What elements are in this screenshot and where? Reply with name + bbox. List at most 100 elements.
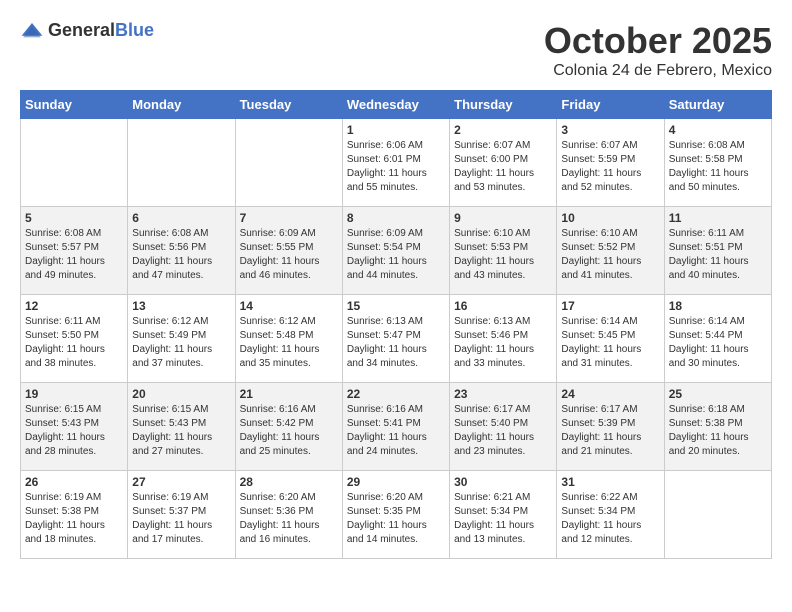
daylight-text: Daylight: 11 hours and 38 minutes. <box>25 344 105 369</box>
sunset-text: Sunset: 5:36 PM <box>240 506 314 517</box>
calendar-cell: 23 Sunrise: 6:17 AM Sunset: 5:40 PM Dayl… <box>450 383 557 471</box>
sunrise-text: Sunrise: 6:13 AM <box>347 316 423 327</box>
day-info: Sunrise: 6:17 AM Sunset: 5:39 PM Dayligh… <box>561 403 659 459</box>
calendar-cell: 11 Sunrise: 6:11 AM Sunset: 5:51 PM Dayl… <box>664 207 771 295</box>
day-info: Sunrise: 6:18 AM Sunset: 5:38 PM Dayligh… <box>669 403 767 459</box>
weekday-header-tuesday: Tuesday <box>235 91 342 119</box>
calendar-cell: 4 Sunrise: 6:08 AM Sunset: 5:58 PM Dayli… <box>664 119 771 207</box>
weekday-header-thursday: Thursday <box>450 91 557 119</box>
day-info: Sunrise: 6:13 AM Sunset: 5:47 PM Dayligh… <box>347 315 445 371</box>
daylight-text: Daylight: 11 hours and 37 minutes. <box>132 344 212 369</box>
sunrise-text: Sunrise: 6:19 AM <box>25 492 101 503</box>
calendar-cell <box>21 119 128 207</box>
sunrise-text: Sunrise: 6:20 AM <box>240 492 316 503</box>
sunrise-text: Sunrise: 6:08 AM <box>25 228 101 239</box>
sunrise-text: Sunrise: 6:14 AM <box>561 316 637 327</box>
daylight-text: Daylight: 11 hours and 44 minutes. <box>347 256 427 281</box>
day-info: Sunrise: 6:10 AM Sunset: 5:53 PM Dayligh… <box>454 227 552 283</box>
logo-icon <box>20 21 44 41</box>
daylight-text: Daylight: 11 hours and 53 minutes. <box>454 168 534 193</box>
daylight-text: Daylight: 11 hours and 40 minutes. <box>669 256 749 281</box>
sunset-text: Sunset: 5:59 PM <box>561 154 635 165</box>
sunset-text: Sunset: 5:47 PM <box>347 330 421 341</box>
sunset-text: Sunset: 5:34 PM <box>454 506 528 517</box>
calendar-cell: 6 Sunrise: 6:08 AM Sunset: 5:56 PM Dayli… <box>128 207 235 295</box>
sunset-text: Sunset: 5:46 PM <box>454 330 528 341</box>
day-number: 5 <box>25 211 123 225</box>
sunset-text: Sunset: 5:48 PM <box>240 330 314 341</box>
sunrise-text: Sunrise: 6:11 AM <box>25 316 100 327</box>
daylight-text: Daylight: 11 hours and 46 minutes. <box>240 256 320 281</box>
day-info: Sunrise: 6:11 AM Sunset: 5:50 PM Dayligh… <box>25 315 123 371</box>
sunset-text: Sunset: 5:43 PM <box>132 418 206 429</box>
sunset-text: Sunset: 5:45 PM <box>561 330 635 341</box>
sunrise-text: Sunrise: 6:16 AM <box>240 404 316 415</box>
sunset-text: Sunset: 5:42 PM <box>240 418 314 429</box>
daylight-text: Daylight: 11 hours and 17 minutes. <box>132 520 212 545</box>
sunrise-text: Sunrise: 6:20 AM <box>347 492 423 503</box>
daylight-text: Daylight: 11 hours and 27 minutes. <box>132 432 212 457</box>
sunrise-text: Sunrise: 6:17 AM <box>561 404 637 415</box>
sunrise-text: Sunrise: 6:12 AM <box>132 316 208 327</box>
day-number: 8 <box>347 211 445 225</box>
sunrise-text: Sunrise: 6:06 AM <box>347 140 423 151</box>
sunrise-text: Sunrise: 6:07 AM <box>454 140 530 151</box>
day-number: 4 <box>669 123 767 137</box>
sunset-text: Sunset: 5:55 PM <box>240 242 314 253</box>
calendar-cell <box>235 119 342 207</box>
day-info: Sunrise: 6:08 AM Sunset: 5:57 PM Dayligh… <box>25 227 123 283</box>
sunset-text: Sunset: 5:54 PM <box>347 242 421 253</box>
daylight-text: Daylight: 11 hours and 20 minutes. <box>669 432 749 457</box>
calendar-cell: 26 Sunrise: 6:19 AM Sunset: 5:38 PM Dayl… <box>21 471 128 559</box>
calendar-cell: 5 Sunrise: 6:08 AM Sunset: 5:57 PM Dayli… <box>21 207 128 295</box>
calendar-cell: 14 Sunrise: 6:12 AM Sunset: 5:48 PM Dayl… <box>235 295 342 383</box>
month-title: October 2025 <box>544 20 772 62</box>
calendar-cell: 24 Sunrise: 6:17 AM Sunset: 5:39 PM Dayl… <box>557 383 664 471</box>
day-info: Sunrise: 6:14 AM Sunset: 5:44 PM Dayligh… <box>669 315 767 371</box>
day-number: 3 <box>561 123 659 137</box>
sunrise-text: Sunrise: 6:16 AM <box>347 404 423 415</box>
daylight-text: Daylight: 11 hours and 30 minutes. <box>669 344 749 369</box>
page-header: GeneralBlue October 2025 Colonia 24 de F… <box>20 20 772 80</box>
calendar-cell: 31 Sunrise: 6:22 AM Sunset: 5:34 PM Dayl… <box>557 471 664 559</box>
sunset-text: Sunset: 5:40 PM <box>454 418 528 429</box>
sunrise-text: Sunrise: 6:13 AM <box>454 316 530 327</box>
sunrise-text: Sunrise: 6:15 AM <box>132 404 208 415</box>
weekday-header-wednesday: Wednesday <box>342 91 449 119</box>
sunrise-text: Sunrise: 6:09 AM <box>347 228 423 239</box>
sunset-text: Sunset: 5:35 PM <box>347 506 421 517</box>
sunset-text: Sunset: 5:52 PM <box>561 242 635 253</box>
location-subtitle: Colonia 24 de Febrero, Mexico <box>544 62 772 80</box>
sunset-text: Sunset: 5:58 PM <box>669 154 743 165</box>
weekday-header-saturday: Saturday <box>664 91 771 119</box>
day-number: 31 <box>561 475 659 489</box>
calendar-cell: 7 Sunrise: 6:09 AM Sunset: 5:55 PM Dayli… <box>235 207 342 295</box>
day-info: Sunrise: 6:16 AM Sunset: 5:41 PM Dayligh… <box>347 403 445 459</box>
calendar-cell <box>128 119 235 207</box>
day-number: 6 <box>132 211 230 225</box>
day-number: 21 <box>240 387 338 401</box>
calendar-cell: 10 Sunrise: 6:10 AM Sunset: 5:52 PM Dayl… <box>557 207 664 295</box>
calendar-table: SundayMondayTuesdayWednesdayThursdayFrid… <box>20 90 772 559</box>
day-number: 17 <box>561 299 659 313</box>
daylight-text: Daylight: 11 hours and 50 minutes. <box>669 168 749 193</box>
daylight-text: Daylight: 11 hours and 21 minutes. <box>561 432 641 457</box>
day-info: Sunrise: 6:13 AM Sunset: 5:46 PM Dayligh… <box>454 315 552 371</box>
day-info: Sunrise: 6:12 AM Sunset: 5:49 PM Dayligh… <box>132 315 230 371</box>
daylight-text: Daylight: 11 hours and 35 minutes. <box>240 344 320 369</box>
daylight-text: Daylight: 11 hours and 16 minutes. <box>240 520 320 545</box>
sunset-text: Sunset: 5:56 PM <box>132 242 206 253</box>
sunset-text: Sunset: 5:43 PM <box>25 418 99 429</box>
day-number: 26 <box>25 475 123 489</box>
logo-general: General <box>48 20 115 40</box>
week-row-1: 1 Sunrise: 6:06 AM Sunset: 6:01 PM Dayli… <box>21 119 772 207</box>
sunset-text: Sunset: 5:50 PM <box>25 330 99 341</box>
sunrise-text: Sunrise: 6:12 AM <box>240 316 316 327</box>
sunrise-text: Sunrise: 6:08 AM <box>669 140 745 151</box>
sunrise-text: Sunrise: 6:08 AM <box>132 228 208 239</box>
sunset-text: Sunset: 6:00 PM <box>454 154 528 165</box>
calendar-cell: 18 Sunrise: 6:14 AM Sunset: 5:44 PM Dayl… <box>664 295 771 383</box>
day-info: Sunrise: 6:20 AM Sunset: 5:36 PM Dayligh… <box>240 491 338 547</box>
calendar-cell: 12 Sunrise: 6:11 AM Sunset: 5:50 PM Dayl… <box>21 295 128 383</box>
week-row-2: 5 Sunrise: 6:08 AM Sunset: 5:57 PM Dayli… <box>21 207 772 295</box>
